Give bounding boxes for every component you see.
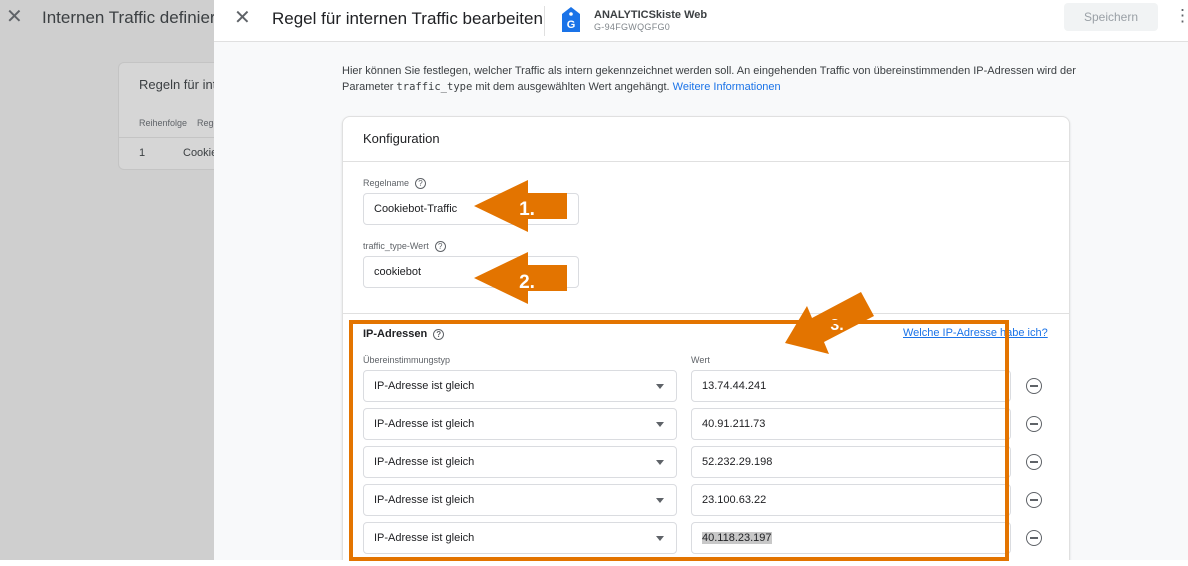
match-type-select[interactable]: IP-Adresse ist gleich <box>363 408 677 440</box>
edit-rule-drawer: ✕ Regel für internen Traffic bearbeiten … <box>214 0 1188 560</box>
remove-row-icon[interactable] <box>1026 378 1042 394</box>
description-text-end: mit dem ausgewählten Wert angehängt. <box>472 81 673 93</box>
save-button[interactable]: Speichern <box>1064 3 1158 31</box>
close-icon[interactable]: ✕ <box>6 7 23 27</box>
rule-name-label: Regelname? <box>363 178 427 190</box>
value-column-label: Wert <box>691 355 710 365</box>
rule-name-input[interactable]: Cookiebot-Traffic <box>363 193 579 225</box>
property-id: G-94FGWQGFG0 <box>594 22 671 32</box>
remove-row-icon[interactable] <box>1026 530 1042 546</box>
ip-value-input[interactable]: 23.100.63.22 <box>691 484 1011 516</box>
dropdown-arrow-icon <box>656 422 664 427</box>
help-icon[interactable]: ? <box>434 241 446 253</box>
match-type-column-label: Übereinstimmungstyp <box>363 355 451 365</box>
help-icon[interactable]: ? <box>433 328 445 340</box>
what-is-my-ip-link[interactable]: Welche IP-Adresse habe ich? <box>903 327 1048 339</box>
ip-value-input[interactable]: 13.74.44.241 <box>691 370 1011 402</box>
traffic-type-input[interactable]: cookiebot <box>363 256 579 288</box>
description-code: traffic_type <box>396 81 473 93</box>
dropdown-arrow-icon <box>656 498 664 503</box>
traffic-type-label: traffic_type-Wert? <box>363 241 446 253</box>
configuration-card: Konfiguration Regelname? Cookiebot-Traff… <box>342 116 1070 560</box>
help-icon[interactable]: ? <box>415 178 427 190</box>
ip-value-input[interactable]: 40.91.211.73 <box>691 408 1011 440</box>
ip-value-input[interactable]: 40.118.23.197 <box>691 522 1011 554</box>
column-header-order: Reihenfolge <box>139 118 188 128</box>
ip-value-input[interactable]: 52.232.29.198 <box>691 446 1011 478</box>
remove-row-icon[interactable] <box>1026 416 1042 432</box>
divider <box>343 161 1069 162</box>
dropdown-arrow-icon <box>656 536 664 541</box>
dropdown-arrow-icon <box>656 384 664 389</box>
configuration-title: Konfiguration <box>363 131 440 146</box>
match-type-select[interactable]: IP-Adresse ist gleich <box>363 484 677 516</box>
dropdown-arrow-icon <box>656 460 664 465</box>
more-vert-icon[interactable]: ⋮ <box>1174 7 1188 25</box>
remove-row-icon[interactable] <box>1026 454 1042 470</box>
row-order: 1 <box>139 147 146 159</box>
selected-text: 40.118.23.197 <box>702 532 772 544</box>
background-page-title: Internen Traffic definieren <box>42 8 235 27</box>
close-icon[interactable]: ✕ <box>234 8 251 28</box>
match-type-select[interactable]: IP-Adresse ist gleich <box>363 446 677 478</box>
property-icon-letter: G <box>567 19 576 31</box>
property-name: ANALYTICSkiste Web <box>594 9 708 21</box>
property-tag-icon: G <box>562 7 580 32</box>
match-type-select[interactable]: IP-Adresse ist gleich <box>363 522 677 554</box>
ip-addresses-title: IP-Adressen? <box>363 328 445 340</box>
drawer-header: ✕ Regel für internen Traffic bearbeiten … <box>214 0 1188 42</box>
learn-more-link[interactable]: Weitere Informationen <box>673 81 781 93</box>
remove-row-icon[interactable] <box>1026 492 1042 508</box>
screen: ✕ Internen Traffic definieren Regeln für… <box>0 0 1188 566</box>
match-type-select[interactable]: IP-Adresse ist gleich <box>363 370 677 402</box>
description: Hier können Sie festlegen, welcher Traff… <box>342 63 1082 95</box>
divider <box>343 313 1069 314</box>
divider <box>544 6 545 36</box>
drawer-title: Regel für internen Traffic bearbeiten <box>272 9 543 28</box>
